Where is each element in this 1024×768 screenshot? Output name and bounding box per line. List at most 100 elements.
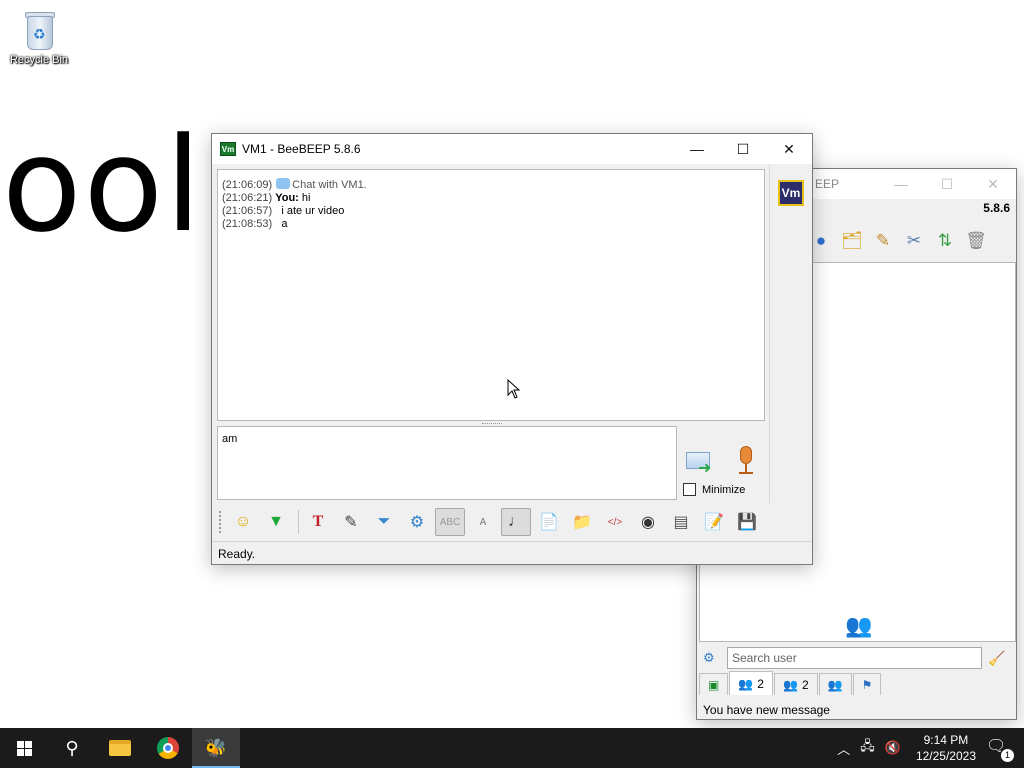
main-tabs: ▣ 👥 2 👥 2 👥 ⚑ bbox=[699, 671, 882, 695]
app-icon: Vm bbox=[220, 142, 236, 156]
save-icon[interactable]: 💾 bbox=[732, 508, 762, 536]
message-time: (21:06:09) bbox=[222, 179, 273, 191]
share-icon: 👥 bbox=[827, 677, 843, 692]
search-user-input[interactable] bbox=[727, 647, 982, 669]
version-label: 5.8.6 bbox=[983, 201, 1010, 215]
start-button[interactable] bbox=[0, 728, 48, 768]
message-time: (21:06:21) bbox=[222, 192, 273, 204]
file-explorer-button[interactable] bbox=[96, 728, 144, 768]
clock-time: 9:14 PM bbox=[923, 733, 969, 747]
avatar[interactable]: Vm bbox=[778, 180, 804, 206]
message-time: (21:06:57) bbox=[222, 205, 273, 217]
search-row: ⚙ 🧹 bbox=[703, 645, 1013, 671]
message-sender: You: bbox=[275, 192, 299, 204]
screenshot-icon[interactable]: ◉ bbox=[633, 508, 663, 536]
html-icon[interactable]: </> bbox=[600, 508, 630, 536]
volume-muted-icon[interactable]: 🔇 bbox=[885, 740, 901, 756]
tab-groups[interactable]: 👥 2 bbox=[773, 673, 818, 695]
toolbar-grip[interactable] bbox=[219, 511, 222, 533]
message-text: i ate ur video bbox=[281, 205, 345, 217]
network-icon[interactable]: 🖧 bbox=[860, 737, 875, 759]
chat-history[interactable]: (21:06:09) Chat with VM1. (21:06:21) You:… bbox=[217, 169, 765, 421]
minimize-checkbox[interactable] bbox=[683, 483, 696, 496]
message-input[interactable]: am bbox=[217, 426, 677, 500]
clear-search-icon[interactable]: 🧹 bbox=[988, 650, 1005, 667]
emoticon-icon[interactable]: ☺ bbox=[228, 508, 258, 536]
edit-note-icon[interactable]: 📝 bbox=[699, 508, 729, 536]
maximize-button[interactable]: ☐ bbox=[720, 134, 766, 164]
message-text: a bbox=[281, 218, 288, 230]
send-file-icon[interactable]: 📄 bbox=[534, 508, 564, 536]
recycle-bin-shortcut[interactable]: ♻ Recycle Bin bbox=[6, 8, 72, 66]
chat-message: (21:06:09) Chat with VM1. bbox=[222, 178, 760, 192]
trash-icon[interactable]: 🗑 bbox=[962, 227, 990, 255]
settings-icon[interactable]: ⚙ bbox=[402, 508, 432, 536]
folder-icon bbox=[109, 740, 131, 756]
minimize-option[interactable]: Minimize bbox=[683, 483, 745, 496]
tab-share[interactable]: 👥 bbox=[818, 673, 852, 695]
chat-status-bar: Ready. bbox=[212, 541, 812, 564]
splitter-handle[interactable] bbox=[482, 423, 502, 425]
chat-window: Vm VM1 - BeeBEEP 5.8.6 — ☐ ✕ (21:06:09) C… bbox=[211, 133, 813, 565]
minimize-label: Minimize bbox=[702, 483, 746, 496]
minimize-button[interactable]: — bbox=[674, 134, 720, 164]
collapse-icon[interactable]: ▼ bbox=[261, 508, 291, 536]
chat-bubble-icon bbox=[276, 178, 291, 189]
users-count: 2 bbox=[757, 676, 764, 691]
notification-badge: 1 bbox=[1001, 749, 1014, 762]
send-folder-icon[interactable]: 📁 bbox=[567, 508, 597, 536]
background-text: ool bbox=[2, 109, 204, 261]
tab-flag[interactable]: ⚑ bbox=[852, 673, 882, 695]
edit-profile-icon[interactable]: ✎ bbox=[869, 227, 897, 255]
main-status-text: You have new message bbox=[703, 703, 830, 717]
message-time: (21:08:53) bbox=[222, 218, 273, 230]
tab-monitor[interactable]: ▣ bbox=[699, 673, 729, 695]
spellcheck-icon[interactable]: ABC bbox=[435, 508, 465, 536]
users-icon: 👥 bbox=[738, 676, 754, 691]
search-button[interactable]: ⚲ bbox=[48, 728, 96, 768]
chrome-button[interactable] bbox=[144, 728, 192, 768]
music-note-icon[interactable]: ♩ bbox=[501, 508, 531, 536]
main-maximize-button[interactable]: ☐ bbox=[924, 169, 970, 199]
search-icon: ⚲ bbox=[65, 737, 79, 758]
chat-toolbar: ☺ ▼ T ✎ ⏷ ⚙ ABC A ♩ 📄 📁 </> ◉ ▤ 📝 💾 bbox=[213, 505, 811, 539]
microphone-icon[interactable] bbox=[736, 446, 756, 476]
recycle-bin-icon: ♻ bbox=[21, 8, 57, 52]
beebeep-taskbar-button[interactable]: 🐝 bbox=[192, 728, 240, 768]
message-text: hi bbox=[301, 192, 311, 204]
tools-icon[interactable]: ✂ bbox=[900, 227, 928, 255]
system-tray: ︿ 🖧 🔇 9:14 PM 12/25/2023 🗨 1 bbox=[832, 728, 1024, 768]
flag-icon: ⚑ bbox=[861, 677, 873, 692]
save-chat-icon[interactable]: ▤ bbox=[666, 508, 696, 536]
taskbar: ⚲ 🐝 ︿ 🖧 🔇 9:14 PM 12/25/2023 🗨 1 bbox=[0, 728, 1024, 768]
message-text: Chat with VM1. bbox=[292, 179, 367, 191]
chevron-up-icon[interactable]: ︿ bbox=[837, 739, 850, 758]
upload-icon[interactable]: ⇅ bbox=[931, 227, 959, 255]
chat-window-title: VM1 - BeeBEEP 5.8.6 bbox=[242, 142, 361, 156]
main-minimize-button[interactable]: — bbox=[878, 169, 924, 199]
close-button[interactable]: ✕ bbox=[766, 134, 812, 164]
chat-titlebar: Vm VM1 - BeeBEEP 5.8.6 — ☐ ✕ bbox=[212, 134, 812, 164]
chat-message: (21:08:53) a bbox=[222, 218, 760, 231]
groups-count: 2 bbox=[801, 677, 809, 692]
send-message-icon[interactable]: ➜ bbox=[684, 448, 716, 477]
add-group-icon[interactable]: 🗂 bbox=[838, 227, 866, 255]
clock-date: 12/25/2023 bbox=[915, 749, 976, 763]
font-icon[interactable]: T bbox=[303, 508, 333, 536]
chat-message: (21:06:57) i ate ur video bbox=[222, 205, 760, 218]
main-toolbar: ● 🗂 ✎ ✂ ⇅ 🗑 bbox=[807, 223, 993, 259]
font-color-icon[interactable]: ✎ bbox=[336, 508, 366, 536]
bee-icon: 🐝 bbox=[204, 737, 228, 758]
filter-icon[interactable]: ⏷ bbox=[369, 508, 399, 536]
main-window-title: EEP bbox=[815, 177, 840, 191]
notification-center-button[interactable]: 🗨 1 bbox=[986, 736, 1014, 762]
monitor-icon: ▣ bbox=[708, 677, 720, 692]
tab-users[interactable]: 👥 2 bbox=[729, 671, 773, 695]
chrome-icon bbox=[157, 737, 179, 759]
main-close-button[interactable]: ✕ bbox=[970, 169, 1016, 199]
word-complete-icon[interactable]: A bbox=[468, 508, 498, 536]
chat-members-panel: Vm bbox=[769, 165, 812, 503]
clock[interactable]: 9:14 PM 12/25/2023 bbox=[916, 732, 976, 764]
gear-icon[interactable]: ⚙ bbox=[703, 650, 723, 666]
chat-message: (21:06:21) You: hi bbox=[222, 192, 760, 205]
